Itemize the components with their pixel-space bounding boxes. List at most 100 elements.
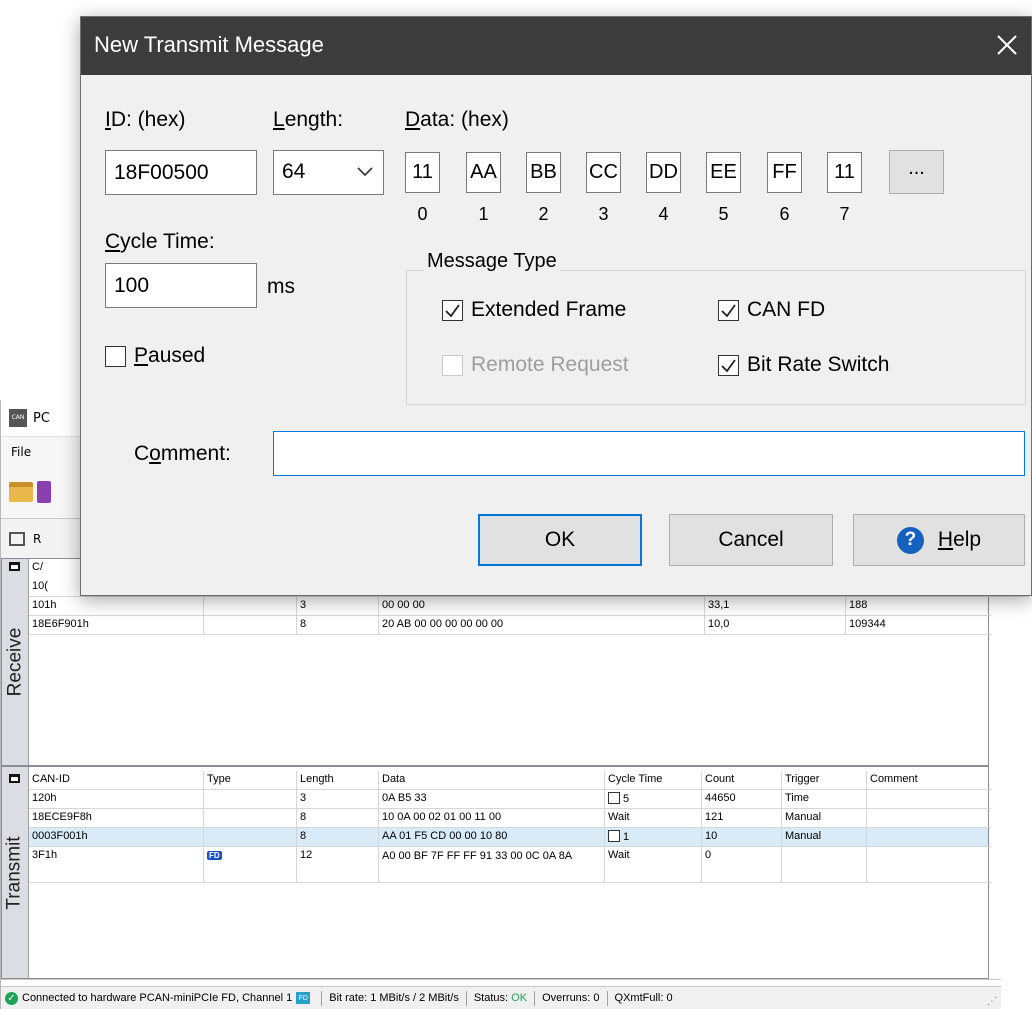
cell-type bbox=[204, 616, 297, 635]
help-label: Help bbox=[937, 528, 982, 551]
receive-side-label: Receive bbox=[2, 559, 28, 765]
cell-length: 8 bbox=[297, 828, 379, 847]
data-byte-input[interactable]: AA bbox=[466, 152, 501, 193]
col-header-cycle[interactable]: Cycle Time bbox=[605, 771, 702, 790]
table-row[interactable]: 18ECE9F8h 8 10 0A 00 02 01 00 11 00 Wait… bbox=[29, 809, 991, 828]
chevron-down-icon bbox=[357, 167, 373, 177]
cycle-checkbox[interactable] bbox=[608, 792, 620, 804]
help-button[interactable]: ? Help bbox=[853, 514, 1025, 566]
new-transmit-message-dialog: New Transmit Message ID: (hex) Length: 6… bbox=[80, 16, 1032, 596]
checkmark-icon[interactable] bbox=[718, 354, 739, 376]
bit-rate-switch-checkbox[interactable]: Bit Rate Switch bbox=[718, 353, 889, 377]
cell-id: 3F1h bbox=[29, 847, 204, 883]
cell-length: 3 bbox=[297, 790, 379, 809]
cell-length: 3 bbox=[297, 597, 379, 616]
transmit-panel: Transmit CAN-ID Type Length Data Cycle T… bbox=[1, 766, 991, 979]
open-folder-icon[interactable] bbox=[9, 482, 33, 502]
col-header-data[interactable]: Data bbox=[379, 771, 605, 790]
cycle-value: 1 bbox=[623, 831, 630, 843]
save-icon[interactable] bbox=[37, 481, 51, 503]
bit-rate-switch-label: Bit Rate Switch bbox=[747, 353, 890, 376]
status-separator bbox=[465, 990, 467, 1006]
table-row[interactable]: 18E6F901h 8 20 AB 00 00 00 00 00 00 10,0… bbox=[29, 616, 991, 635]
cell-data: 10 0A 00 02 01 00 11 00 bbox=[379, 809, 605, 828]
cell-comment bbox=[867, 790, 991, 809]
message-type-legend: Message Type bbox=[424, 250, 560, 273]
cell-id: 120h bbox=[29, 790, 204, 809]
cell-comment bbox=[867, 828, 991, 847]
data-byte-input[interactable]: FF bbox=[767, 152, 802, 193]
comment-label: Comment: bbox=[134, 442, 231, 465]
cycle-checkbox[interactable] bbox=[608, 830, 620, 842]
col-header-length[interactable]: Length bbox=[297, 771, 379, 790]
data-byte-input[interactable]: 11 bbox=[827, 152, 862, 193]
cell-id: 101h bbox=[29, 597, 204, 616]
status-divider bbox=[1, 979, 1001, 986]
checkmark-icon[interactable] bbox=[442, 299, 463, 321]
data-byte-input[interactable]: BB bbox=[526, 152, 561, 193]
receive-panel-icon bbox=[9, 531, 25, 546]
col-header-comment[interactable]: Comment bbox=[867, 771, 991, 790]
col-header-id[interactable]: CAN-ID bbox=[29, 771, 204, 790]
panel-tab-label[interactable]: R bbox=[33, 532, 41, 546]
cycle-value: 5 bbox=[623, 793, 630, 805]
cell-count: 44650 bbox=[702, 790, 782, 809]
data-byte-input[interactable]: DD bbox=[646, 152, 681, 193]
status-separator bbox=[606, 990, 608, 1006]
resize-grip-icon[interactable]: ⋰ bbox=[987, 996, 997, 1007]
cell-id: 18ECE9F8h bbox=[29, 809, 204, 828]
byte-index: 1 bbox=[478, 204, 489, 224]
transmit-label: Transmit bbox=[4, 835, 26, 910]
data-byte-input[interactable]: EE bbox=[706, 152, 741, 193]
length-select[interactable]: 64 bbox=[273, 150, 384, 195]
close-icon[interactable] bbox=[987, 25, 1027, 65]
can-fd-checkbox[interactable]: CAN FD bbox=[718, 298, 825, 322]
hardware-icon: FD bbox=[296, 992, 311, 1004]
col-header-trigger[interactable]: Trigger bbox=[782, 771, 867, 790]
extended-frame-label: Extended Frame bbox=[471, 298, 627, 321]
checkmark-icon[interactable] bbox=[718, 299, 739, 321]
cell-cycle: 33,1 bbox=[705, 597, 846, 616]
table-row[interactable]: 0003F001h 8 AA 01 F5 CD 00 00 10 80 1 10… bbox=[29, 828, 991, 847]
transmit-side-label: Transmit bbox=[2, 767, 28, 978]
comment-input[interactable] bbox=[273, 431, 1025, 476]
more-bytes-button[interactable]: ... bbox=[889, 150, 944, 194]
cell-type bbox=[204, 597, 297, 616]
col-header-count[interactable]: Count bbox=[702, 771, 782, 790]
cell-cycle: 5 bbox=[605, 790, 702, 809]
extended-frame-checkbox[interactable]: Extended Frame bbox=[442, 298, 626, 322]
cell-data: AA 01 F5 CD 00 00 10 80 bbox=[379, 828, 605, 847]
cycle-time-input[interactable] bbox=[105, 263, 257, 308]
data-byte-input[interactable]: CC bbox=[586, 152, 621, 193]
paused-checkbox-box[interactable] bbox=[105, 345, 126, 367]
table-row[interactable]: 101h 3 00 00 00 33,1 188 bbox=[29, 597, 991, 616]
cell-count: 109344 bbox=[846, 616, 991, 635]
cancel-button[interactable]: Cancel bbox=[669, 514, 833, 566]
bitrate-status: Bit rate: 1 MBit/s / 2 MBit/s bbox=[329, 992, 459, 1004]
table-row[interactable]: 3F1h FD 12 A0 00 BF 7F FF FF 91 33 00 0C… bbox=[29, 847, 991, 883]
app-title: PC bbox=[33, 410, 50, 426]
cycle-unit-label: ms bbox=[267, 275, 295, 298]
status-label: Status: bbox=[473, 992, 509, 1004]
cell-data: 0A B5 33 bbox=[379, 790, 605, 809]
paused-checkbox[interactable]: Paused bbox=[105, 344, 205, 368]
data-label: Data: (hex) bbox=[405, 108, 509, 131]
ok-button[interactable]: OK bbox=[478, 514, 642, 566]
dialog-title: New Transmit Message bbox=[94, 32, 324, 57]
overruns-status: Overruns: 0 bbox=[542, 992, 600, 1004]
data-byte-input[interactable]: 11 bbox=[405, 152, 440, 193]
table-row[interactable]: 120h 3 0A B5 33 5 44650 Time bbox=[29, 790, 991, 809]
status-value: OK bbox=[511, 992, 528, 1004]
transmit-collapse-icon[interactable] bbox=[9, 774, 20, 783]
menu-file[interactable]: File bbox=[11, 445, 31, 459]
cell-trigger: Manual bbox=[782, 809, 867, 828]
col-header-type[interactable]: Type bbox=[204, 771, 297, 790]
receive-collapse-icon[interactable] bbox=[9, 562, 20, 571]
status-bar: ✓ Connected to hardware PCAN-miniPCIe FD… bbox=[1, 986, 1001, 1009]
cell-trigger: Time bbox=[782, 790, 867, 809]
id-input[interactable] bbox=[105, 150, 257, 195]
cell-length: 8 bbox=[297, 616, 379, 635]
qxmtfull-status: QXmtFull: 0 bbox=[614, 992, 673, 1004]
message-type-group bbox=[406, 270, 1026, 405]
byte-index: 2 bbox=[538, 204, 549, 224]
